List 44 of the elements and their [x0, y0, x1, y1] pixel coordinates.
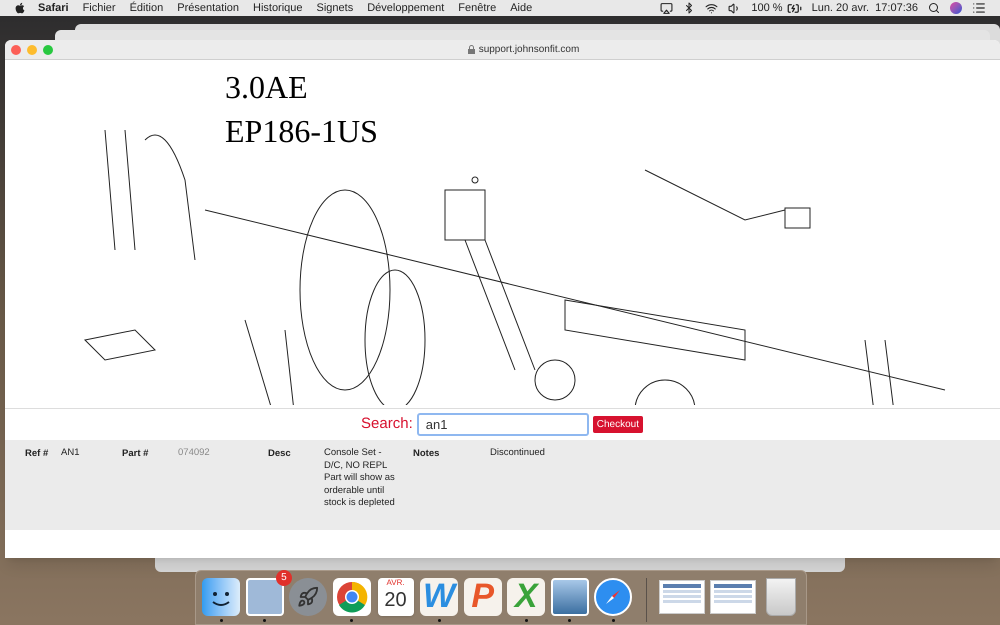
- field-value: Console Set - D/C, NO REPL Part will show as orderable until stock is depleted: [324, 447, 396, 510]
- calendar-day: 20: [384, 588, 407, 612]
- menu-item[interactable]: Signets: [316, 0, 354, 16]
- field-value: Discontinued: [490, 447, 546, 460]
- finder-icon[interactable]: [202, 578, 240, 616]
- address-text[interactable]: support.johnsonfit.com: [478, 42, 580, 57]
- list-icon[interactable]: [972, 1, 986, 15]
- field-value: 074092: [178, 447, 211, 460]
- trash-icon[interactable]: [766, 578, 796, 616]
- browser-icon[interactable]: [332, 578, 371, 616]
- lock-icon: [468, 45, 475, 54]
- close-button[interactable]: [11, 44, 21, 54]
- menu-item[interactable]: Édition: [130, 0, 164, 16]
- field-label: Part #: [122, 447, 150, 461]
- menu-clock[interactable]: Lun. 20 avr. 17:07:36: [812, 0, 918, 16]
- photos-icon[interactable]: [550, 578, 589, 616]
- wifi-icon[interactable]: [705, 2, 718, 14]
- menu-item[interactable]: Développement: [367, 0, 444, 16]
- apple-icon[interactable]: [14, 2, 26, 14]
- menu-item[interactable]: Fenêtre: [458, 0, 496, 16]
- search-icon[interactable]: [928, 2, 940, 14]
- menu-item[interactable]: Présentation: [177, 0, 239, 16]
- field-label: Desc: [268, 447, 292, 461]
- menu-item[interactable]: Fichier: [82, 0, 116, 16]
- menu-item[interactable]: Safari: [38, 0, 69, 16]
- diagram-title: 3.0AE: [225, 68, 309, 106]
- document-thumbnail[interactable]: [659, 580, 706, 614]
- field-label: Notes: [413, 447, 440, 461]
- airplay-icon[interactable]: [660, 2, 674, 14]
- diagram-model: EP186-1US: [225, 112, 378, 150]
- battery-percentage: 100 %: [751, 0, 783, 16]
- siri-icon[interactable]: [950, 2, 962, 14]
- menu-item[interactable]: Historique: [253, 0, 303, 16]
- menu-item[interactable]: Aide: [510, 0, 532, 16]
- search-field[interactable]: an1: [416, 413, 589, 436]
- field-label: Ref #: [25, 447, 50, 461]
- compass-icon[interactable]: [594, 578, 632, 616]
- field-value: AN1: [61, 447, 80, 460]
- calendar-icon[interactable]: AVR. 20: [378, 578, 414, 616]
- rocket-icon[interactable]: [289, 578, 328, 616]
- document-thumbnail[interactable]: [710, 580, 756, 614]
- calendar-month: AVR.: [386, 578, 405, 588]
- checkout-button[interactable]: Checkout: [592, 416, 643, 433]
- search-label: Search:: [361, 414, 413, 434]
